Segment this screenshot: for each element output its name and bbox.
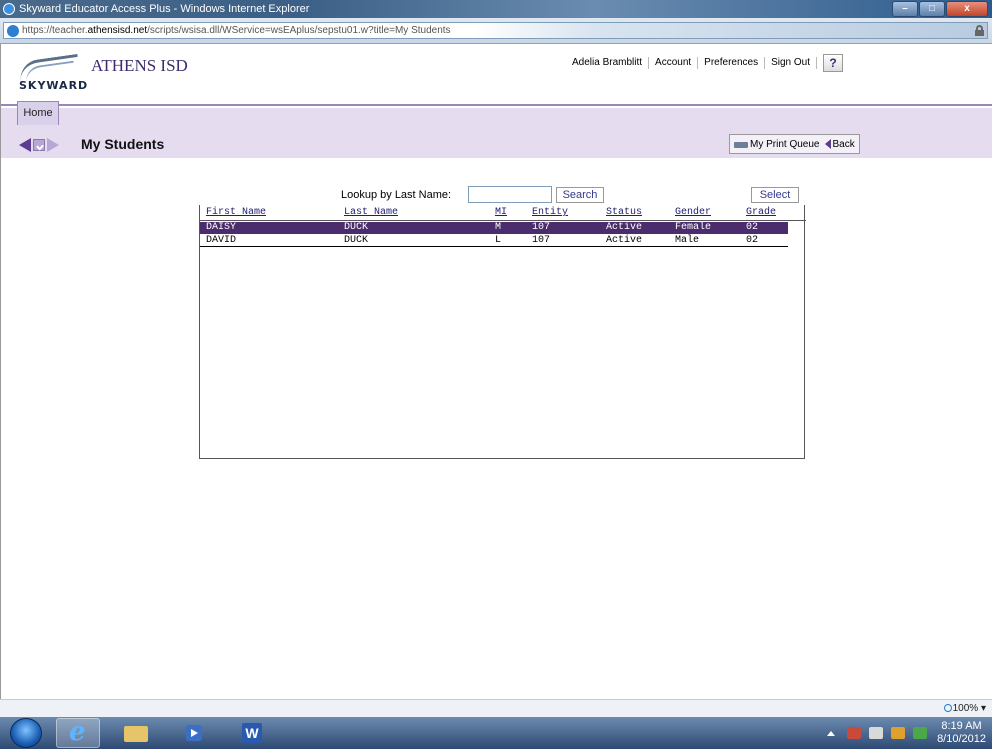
- preferences-link[interactable]: Preferences: [698, 57, 766, 69]
- district-name: ATHENS ISD: [91, 56, 188, 75]
- search-button[interactable]: Search: [556, 187, 604, 203]
- page-content: SKYWARD ATHENS ISD Adelia Bramblitt Acco…: [0, 44, 992, 699]
- url-field[interactable]: https://teacher.athensisd.net/scripts/ws…: [3, 22, 988, 39]
- column-header-first-name[interactable]: First Name: [206, 207, 266, 218]
- action-center-icon[interactable]: [891, 727, 906, 739]
- volume-icon[interactable]: [847, 727, 862, 739]
- table-row[interactable]: DAVID DUCK L 107 Active Male 02: [200, 235, 788, 247]
- arrow-left-icon[interactable]: [19, 138, 31, 152]
- lock-icon[interactable]: [975, 25, 984, 36]
- column-header-grade[interactable]: Grade: [746, 207, 776, 218]
- maximize-button[interactable]: □: [919, 1, 945, 17]
- window-title-bar: Skyward Educator Access Plus - Windows I…: [0, 0, 992, 18]
- back-arrow-icon[interactable]: [825, 139, 832, 149]
- zoom-control[interactable]: 100% ▾: [943, 703, 986, 714]
- sign-out-link[interactable]: Sign Out: [765, 57, 818, 69]
- minimize-button[interactable]: –: [892, 1, 918, 17]
- user-nav: Adelia Bramblitt Account Preferences Sig…: [566, 54, 844, 72]
- media-player-icon[interactable]: [172, 718, 216, 748]
- internet-explorer-icon[interactable]: [56, 717, 100, 748]
- print-queue-bar: My Print Queue Back: [729, 134, 860, 154]
- network-icon[interactable]: [869, 727, 884, 739]
- lookup-label: Lookup by Last Name:: [341, 189, 452, 201]
- zoom-icon: [943, 704, 952, 712]
- column-header-entity[interactable]: Entity: [532, 207, 568, 218]
- arrow-right-icon[interactable]: [47, 138, 59, 152]
- grid-header: First Name Last Name MI Entity Status Ge…: [200, 205, 806, 221]
- printer-icon[interactable]: [734, 138, 748, 151]
- tab-home[interactable]: Home: [17, 101, 59, 125]
- file-explorer-icon[interactable]: [114, 718, 158, 748]
- back-link[interactable]: Back: [832, 139, 854, 150]
- show-hidden-icons-icon[interactable]: [827, 730, 836, 736]
- column-header-mi[interactable]: MI: [495, 207, 507, 218]
- help-button[interactable]: ?: [823, 54, 844, 72]
- page-title: My Students: [81, 136, 165, 152]
- window-title: Skyward Educator Access Plus - Windows I…: [19, 3, 310, 15]
- account-link[interactable]: Account: [649, 57, 699, 69]
- system-tray: 8:19 AM 8/10/2012: [827, 717, 986, 749]
- history-nav: [19, 138, 59, 152]
- lookup-last-name-input[interactable]: [468, 186, 552, 203]
- table-row[interactable]: DAISY DUCK M 107 Active Female 02: [200, 222, 788, 234]
- print-queue-link[interactable]: My Print Queue: [750, 139, 819, 150]
- ie-icon: [3, 3, 15, 15]
- column-header-last-name[interactable]: Last Name: [344, 207, 398, 218]
- skyward-logo: SKYWARD: [17, 52, 87, 92]
- clock[interactable]: 8:19 AM 8/10/2012: [937, 720, 986, 746]
- address-bar: https://teacher.athensisd.net/scripts/ws…: [0, 18, 992, 44]
- page-icon: [7, 24, 19, 37]
- students-grid: First Name Last Name MI Entity Status Ge…: [199, 205, 806, 459]
- start-button[interactable]: [10, 718, 42, 748]
- page-toolbar: My Students My Print Queue Back: [1, 108, 992, 158]
- history-menu-icon[interactable]: [33, 139, 45, 151]
- site-header: SKYWARD ATHENS ISD Adelia Bramblitt Acco…: [1, 44, 992, 106]
- close-button[interactable]: x: [946, 1, 988, 17]
- user-name: Adelia Bramblitt: [566, 57, 650, 69]
- url-text: https://teacher.athensisd.net/scripts/ws…: [22, 25, 451, 36]
- word-icon[interactable]: [230, 718, 274, 748]
- column-header-gender[interactable]: Gender: [675, 207, 711, 218]
- status-bar: 100% ▾: [0, 699, 992, 717]
- taskbar: 8:19 AM 8/10/2012: [0, 717, 992, 749]
- tray-app-icon[interactable]: [913, 727, 928, 739]
- select-button[interactable]: Select: [751, 187, 799, 203]
- column-header-status[interactable]: Status: [606, 207, 642, 218]
- window-controls: – □ x: [891, 1, 988, 17]
